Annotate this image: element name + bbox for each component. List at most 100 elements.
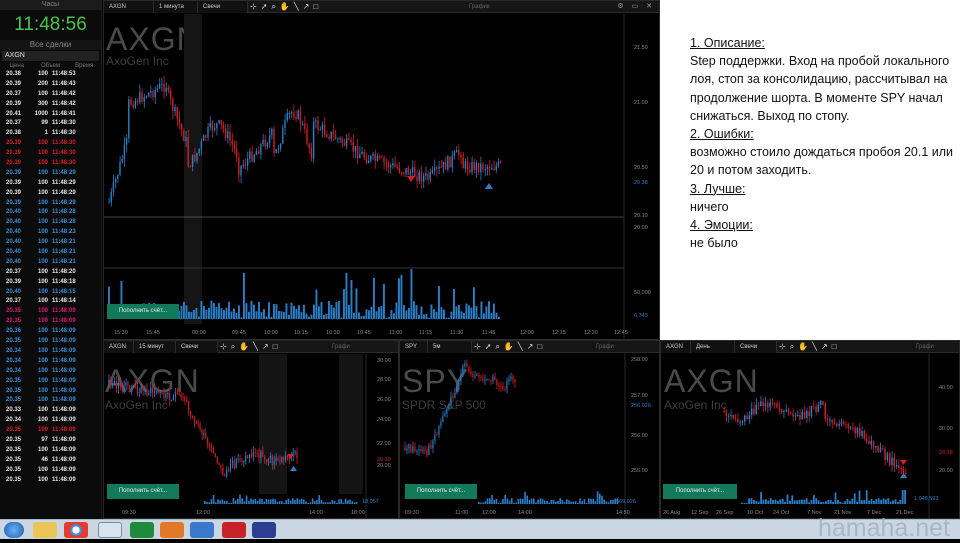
candle-body (286, 113, 288, 121)
zoom-icon[interactable]: ⌕ (231, 342, 235, 352)
volume-bar (345, 273, 348, 319)
hand-icon[interactable]: ✋ (239, 342, 249, 351)
chart3-symbol-field[interactable]: SPY (400, 341, 428, 353)
time-axis-label: 26 Sep (716, 510, 733, 516)
candle-body (737, 419, 739, 423)
main-price-chart[interactable]: 21.50 21.00 20.50 20.38 20.10 20.00 50,000 6,74… (104, 14, 659, 339)
time-axis-label: 12:00 (196, 510, 210, 516)
candle-body (790, 412, 792, 414)
volume-bar (232, 498, 235, 504)
volume-bar (289, 500, 292, 504)
rectangle-tool-icon[interactable]: □ (273, 342, 278, 351)
zoom-icon[interactable]: ⌕ (495, 342, 499, 352)
candle-body (826, 418, 829, 420)
trade-time: 11:48:18 (52, 278, 76, 285)
candle-body (141, 92, 143, 102)
candle-body (755, 404, 757, 415)
candle-body (339, 138, 341, 140)
trade-volume: 100 (37, 150, 48, 157)
rectangle-tool-icon[interactable]: □ (313, 2, 318, 11)
arrow-tool-icon[interactable]: ↗ (527, 342, 534, 351)
arrow-tool-icon[interactable]: ↗ (262, 342, 269, 351)
trade-row: 20.35 46 11:48:09 (0, 456, 101, 466)
line-tool-icon[interactable]: ╲ (518, 342, 523, 351)
candle-body (414, 166, 416, 177)
rectangle-tool-icon[interactable]: □ (537, 342, 542, 351)
candle-body (176, 107, 178, 119)
trade-price: 20.35 (6, 308, 22, 315)
line-tool-icon[interactable]: ╲ (294, 2, 299, 11)
candle-body (202, 135, 205, 141)
chrome-icon[interactable] (64, 522, 88, 538)
chart3-deposit-button[interactable]: Пополнить счёт... (405, 484, 477, 499)
candle-body (361, 151, 363, 155)
column-time: Время (75, 63, 94, 69)
volume-bar (504, 494, 506, 504)
zoom-icon[interactable]: ⌕ (790, 342, 794, 352)
candle-body (128, 99, 130, 139)
mail-icon[interactable] (190, 522, 214, 538)
chart4-chart-type-select[interactable]: Свечи (735, 341, 777, 353)
document-icon[interactable] (98, 522, 122, 538)
volume-bar (493, 303, 495, 319)
cursor-icon[interactable]: ➚ (485, 342, 492, 351)
rectangle-tool-icon[interactable]: □ (832, 342, 837, 351)
symbol-field[interactable]: AXGN (104, 1, 154, 13)
crosshair-icon[interactable]: ⊹ (220, 342, 227, 351)
crosshair-icon[interactable]: ⊹ (474, 342, 481, 351)
chart2-deposit-button[interactable]: Пополнить счёт... (107, 484, 179, 499)
chart2-toolbar: AXGN 15 минут Свечи ⊹ ⌕ ✋ ╲ ↗ □ Графи (104, 341, 398, 353)
volume-bar (390, 309, 393, 319)
candle-body (447, 156, 449, 170)
excel-icon[interactable] (130, 522, 154, 538)
zoom-icon[interactable]: ⌕ (271, 2, 275, 12)
volume-bar (493, 499, 495, 504)
hand-icon[interactable]: ✋ (280, 2, 290, 11)
arrow-tool-icon[interactable]: ↗ (303, 2, 310, 11)
interval-select[interactable]: 1 минута (154, 1, 198, 13)
volume-bar (546, 500, 548, 504)
candle-body (334, 134, 337, 140)
explorer-icon[interactable] (33, 522, 57, 538)
trade-time: 11:48:09 (52, 456, 76, 463)
chart-type-select[interactable]: Свечи (198, 1, 248, 13)
volume-bar (328, 301, 330, 319)
crosshair-icon[interactable]: ⊹ (779, 342, 786, 351)
trade-time: 11:48:23 (52, 229, 76, 236)
chart4-symbol-field[interactable]: AXGN (661, 341, 691, 353)
candle-body (861, 431, 863, 436)
line-tool-icon[interactable]: ╲ (812, 342, 817, 351)
app-icon[interactable] (160, 522, 184, 538)
hand-icon[interactable]: ✋ (798, 342, 808, 351)
trade-time: 11:48:28 (52, 219, 76, 226)
cursor-icon[interactable]: ➚ (261, 2, 268, 11)
arrow-tool-icon[interactable]: ↗ (821, 342, 828, 351)
pdf-icon[interactable] (222, 522, 246, 538)
session-shade (339, 354, 363, 494)
volume-bar (438, 286, 440, 319)
chart2-symbol-field[interactable]: AXGN (104, 341, 134, 353)
volume-bar (488, 301, 490, 319)
candle-body (870, 441, 872, 445)
trading-app-icon[interactable] (252, 522, 276, 538)
chart3-interval-select[interactable]: 5м (428, 341, 472, 353)
window-controls[interactable]: ⚙ ▭ ✕ (617, 1, 655, 13)
candle-body (337, 138, 339, 140)
chart2-chart-type-select[interactable]: Свечи (176, 341, 218, 353)
trade-time: 11:48:09 (52, 466, 76, 473)
deposit-button[interactable]: Пополнить счёт... (107, 304, 179, 319)
hand-icon[interactable]: ✋ (504, 342, 514, 351)
candle-body (405, 168, 407, 174)
crosshair-icon[interactable]: ⊹ (250, 2, 257, 11)
volume-bar (272, 498, 274, 504)
line-tool-icon[interactable]: ╲ (253, 342, 258, 351)
symbol-input[interactable]: AXGN (2, 51, 99, 61)
candle-body (240, 165, 242, 176)
candle-body (785, 409, 787, 412)
chart2-interval-select[interactable]: 15 минут (134, 341, 176, 353)
candle-body (112, 384, 114, 386)
start-button-icon[interactable] (4, 522, 24, 538)
chart4-interval-select[interactable]: День (691, 341, 735, 353)
candle-body (242, 164, 244, 166)
chart4-deposit-button[interactable]: Пополнить счёт... (663, 484, 737, 499)
